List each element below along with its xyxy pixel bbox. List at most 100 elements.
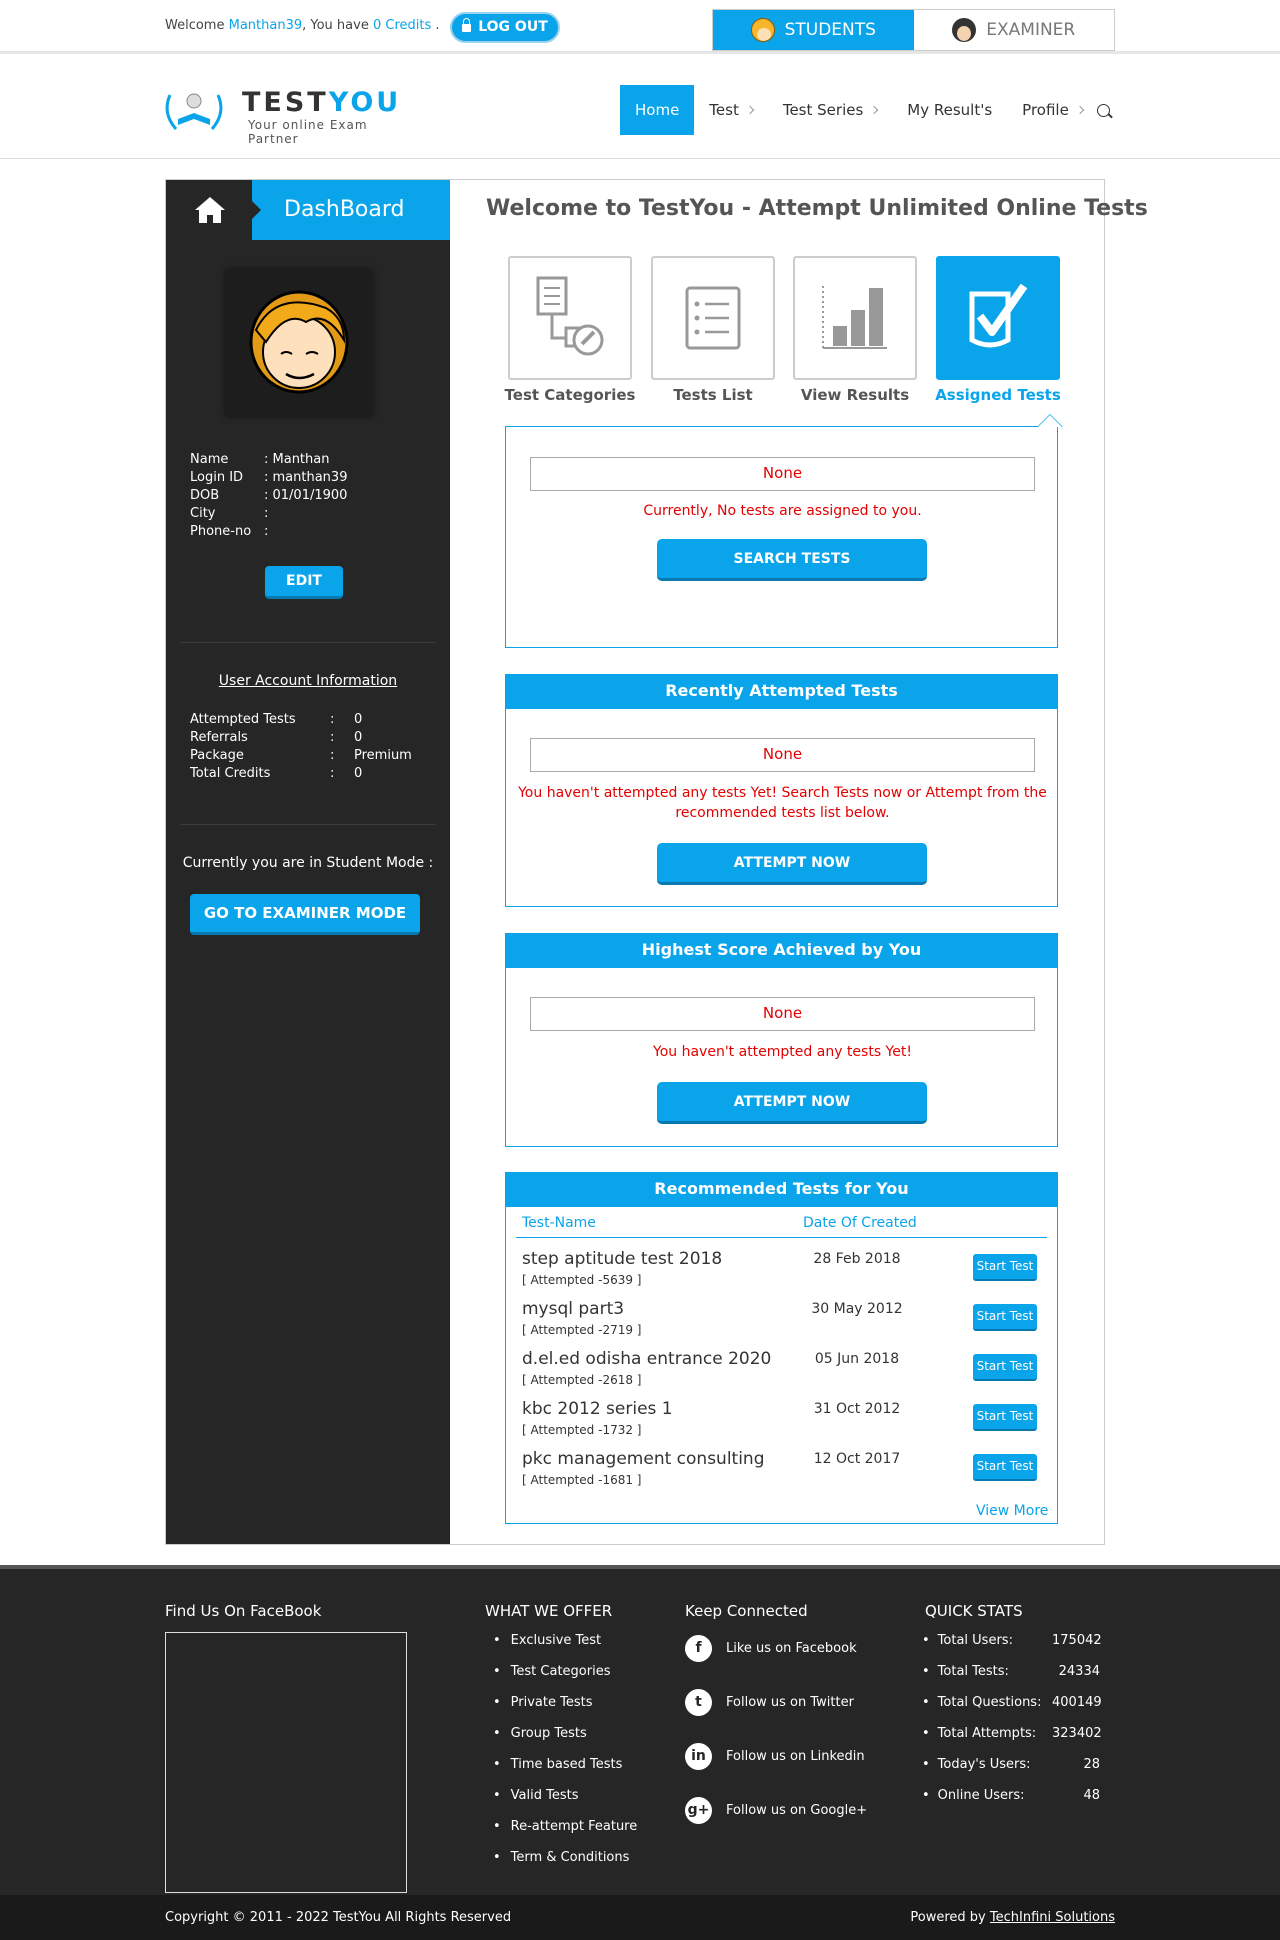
account-value: 0 <box>354 712 363 727</box>
tab-pointer <box>1037 414 1063 427</box>
lock-icon <box>462 18 472 32</box>
table-row: d.el.ed odisha entrance 2020 [ Attempted… <box>522 1349 1042 1399</box>
nav-profile[interactable]: Profile <box>1007 85 1098 135</box>
chevron-right-icon <box>870 105 879 115</box>
account-key: Total Credits <box>190 766 271 781</box>
stat-key: Total Questions: <box>922 1695 1052 1726</box>
account-row: Attempted Tests: 0 <box>190 711 412 729</box>
list-item[interactable]: Private Tests <box>493 1695 637 1726</box>
home-icon <box>195 197 225 223</box>
test-name-link[interactable]: kbc 2012 series 1 <box>522 1399 673 1419</box>
label-test-categories[interactable]: Test Categories <box>495 386 645 404</box>
list-item[interactable]: Re-attempt Feature <box>493 1819 638 1850</box>
list-item[interactable]: Test Categories <box>493 1664 637 1695</box>
attempt-now-button[interactable]: ATTEMPT NOW <box>657 1082 927 1124</box>
edit-profile-button[interactable]: EDIT <box>265 566 343 599</box>
attempt-now-button[interactable]: ATTEMPT NOW <box>657 843 927 885</box>
test-name-link[interactable]: d.el.ed odisha entrance 2020 <box>522 1349 771 1369</box>
start-test-button[interactable]: Start Test <box>973 1354 1037 1381</box>
search-tests-button[interactable]: SEARCH TESTS <box>657 539 927 581</box>
list-item[interactable]: Exclusive Test <box>493 1633 637 1664</box>
account-info-link[interactable]: User Account Information <box>166 673 450 689</box>
label-tests-list[interactable]: Tests List <box>638 386 788 404</box>
created-date: 28 Feb 2018 <box>813 1251 901 1267</box>
logo-tagline: Your online Exam Partner <box>248 118 368 146</box>
test-name-link[interactable]: mysql part3 <box>522 1299 624 1319</box>
test-name-link[interactable]: pkc management consulting <box>522 1449 765 1469</box>
view-more-link[interactable]: View More <box>976 1503 1048 1519</box>
logo-test: TEST <box>242 87 329 118</box>
facebook-icon: f <box>685 1634 712 1662</box>
facebook-widget[interactable] <box>165 1632 407 1893</box>
mode-tabs: STUDENTS EXAMINER <box>712 9 1115 51</box>
account-colon: : <box>330 748 335 763</box>
nav-my-results[interactable]: My Result's <box>892 85 1007 135</box>
credits-link[interactable]: 0 Credits <box>373 18 431 33</box>
stats-title: QUICK STATS <box>925 1602 1023 1620</box>
label-view-results[interactable]: View Results <box>780 386 930 404</box>
stat-value: 323402 <box>1052 1726 1102 1741</box>
stat-row: Today's Users: 28 <box>922 1757 1100 1788</box>
list-item[interactable]: Group Tests <box>493 1726 637 1757</box>
test-name-link[interactable]: step aptitude test 2018 <box>522 1249 722 1269</box>
profile-row-dob: DOB: 01/01/1900 <box>190 487 347 505</box>
nav-label: Home <box>635 101 680 119</box>
start-test-button[interactable]: Start Test <box>973 1454 1037 1481</box>
created-date: 05 Jun 2018 <box>814 1351 900 1367</box>
profile-row-city: City: <box>190 505 347 523</box>
nav-test[interactable]: Test <box>694 85 768 135</box>
stat-value: 28 <box>1083 1757 1100 1772</box>
tab-assigned-tests[interactable] <box>936 256 1060 380</box>
social-facebook-link[interactable]: f Like us on Facebook <box>685 1633 857 1663</box>
label-assigned-tests[interactable]: Assigned Tests <box>923 386 1073 404</box>
created-date: 12 Oct 2017 <box>813 1451 901 1467</box>
stat-row: Total Tests: 24334 <box>922 1664 1100 1695</box>
techinfini-link[interactable]: TechInfini Solutions <box>990 1910 1115 1925</box>
social-twitter-link[interactable]: t Follow us on Twitter <box>685 1687 854 1717</box>
profile-key: Login ID <box>190 470 244 485</box>
stat-value: 175042 <box>1052 1633 1102 1648</box>
site-header: TESTYOU Your online Exam Partner Home Te… <box>0 57 1280 159</box>
tab-label: EXAMINER <box>986 20 1076 40</box>
nav-label: My Result's <box>907 101 993 119</box>
tab-examiner[interactable]: EXAMINER <box>913 10 1114 50</box>
nav-home[interactable]: Home <box>620 85 695 135</box>
list-item[interactable]: Time based Tests <box>493 1757 637 1788</box>
username-link[interactable]: Manthan39 <box>229 18 303 33</box>
account-colon: : <box>330 712 335 727</box>
account-row: Total Credits: 0 <box>190 765 412 783</box>
social-linkedin-link[interactable]: in Follow us on Linkedin <box>685 1741 865 1771</box>
social-label: Follow us on Linkedin <box>726 1748 865 1764</box>
nav-test-series[interactable]: Test Series <box>768 85 892 135</box>
credits-suffix: . <box>435 18 440 33</box>
start-test-button[interactable]: Start Test <box>973 1404 1037 1431</box>
tab-view-results[interactable] <box>793 256 917 380</box>
profile-info: Name: Manthan Login ID: manthan39 DOB: 0… <box>190 451 347 541</box>
social-googleplus-link[interactable]: g+ Follow us on Google+ <box>685 1795 867 1825</box>
site-logo[interactable]: TESTYOU Your online Exam Partner <box>160 85 420 146</box>
start-test-button[interactable]: Start Test <box>973 1254 1037 1281</box>
profile-key: DOB <box>190 488 220 503</box>
tab-tests-list[interactable] <box>651 256 775 380</box>
examiner-mode-button[interactable]: GO TO EXAMINER MODE <box>190 894 420 935</box>
profile-key: Name <box>190 452 229 467</box>
account-key: Referrals <box>190 730 248 745</box>
tab-students[interactable]: STUDENTS <box>713 10 914 50</box>
home-button[interactable] <box>166 180 252 240</box>
list-item[interactable]: Valid Tests <box>493 1788 637 1819</box>
social-label: Follow us on Twitter <box>726 1694 854 1710</box>
assigned-message: Currently, No tests are assigned to you. <box>643 503 922 519</box>
social-label: Follow us on Google+ <box>726 1802 868 1818</box>
col-test-name: Test-Name <box>522 1215 596 1231</box>
list-item[interactable]: Term & Conditions <box>493 1850 637 1881</box>
search-icon[interactable] <box>1097 104 1110 117</box>
logout-button[interactable]: LOG OUT <box>450 12 560 43</box>
stat-key: Total Users: <box>922 1633 1052 1664</box>
connect-title: Keep Connected <box>685 1602 808 1620</box>
account-row: Referrals: 0 <box>190 729 412 747</box>
start-test-button[interactable]: Start Test <box>973 1304 1037 1331</box>
tab-test-categories[interactable] <box>508 256 632 380</box>
table-row: kbc 2012 series 1 [ Attempted -1732 ] 31… <box>522 1399 1042 1449</box>
stat-key: Today's Users: <box>922 1757 1052 1788</box>
attempt-count: [ Attempted -2618 ] <box>522 1373 642 1387</box>
